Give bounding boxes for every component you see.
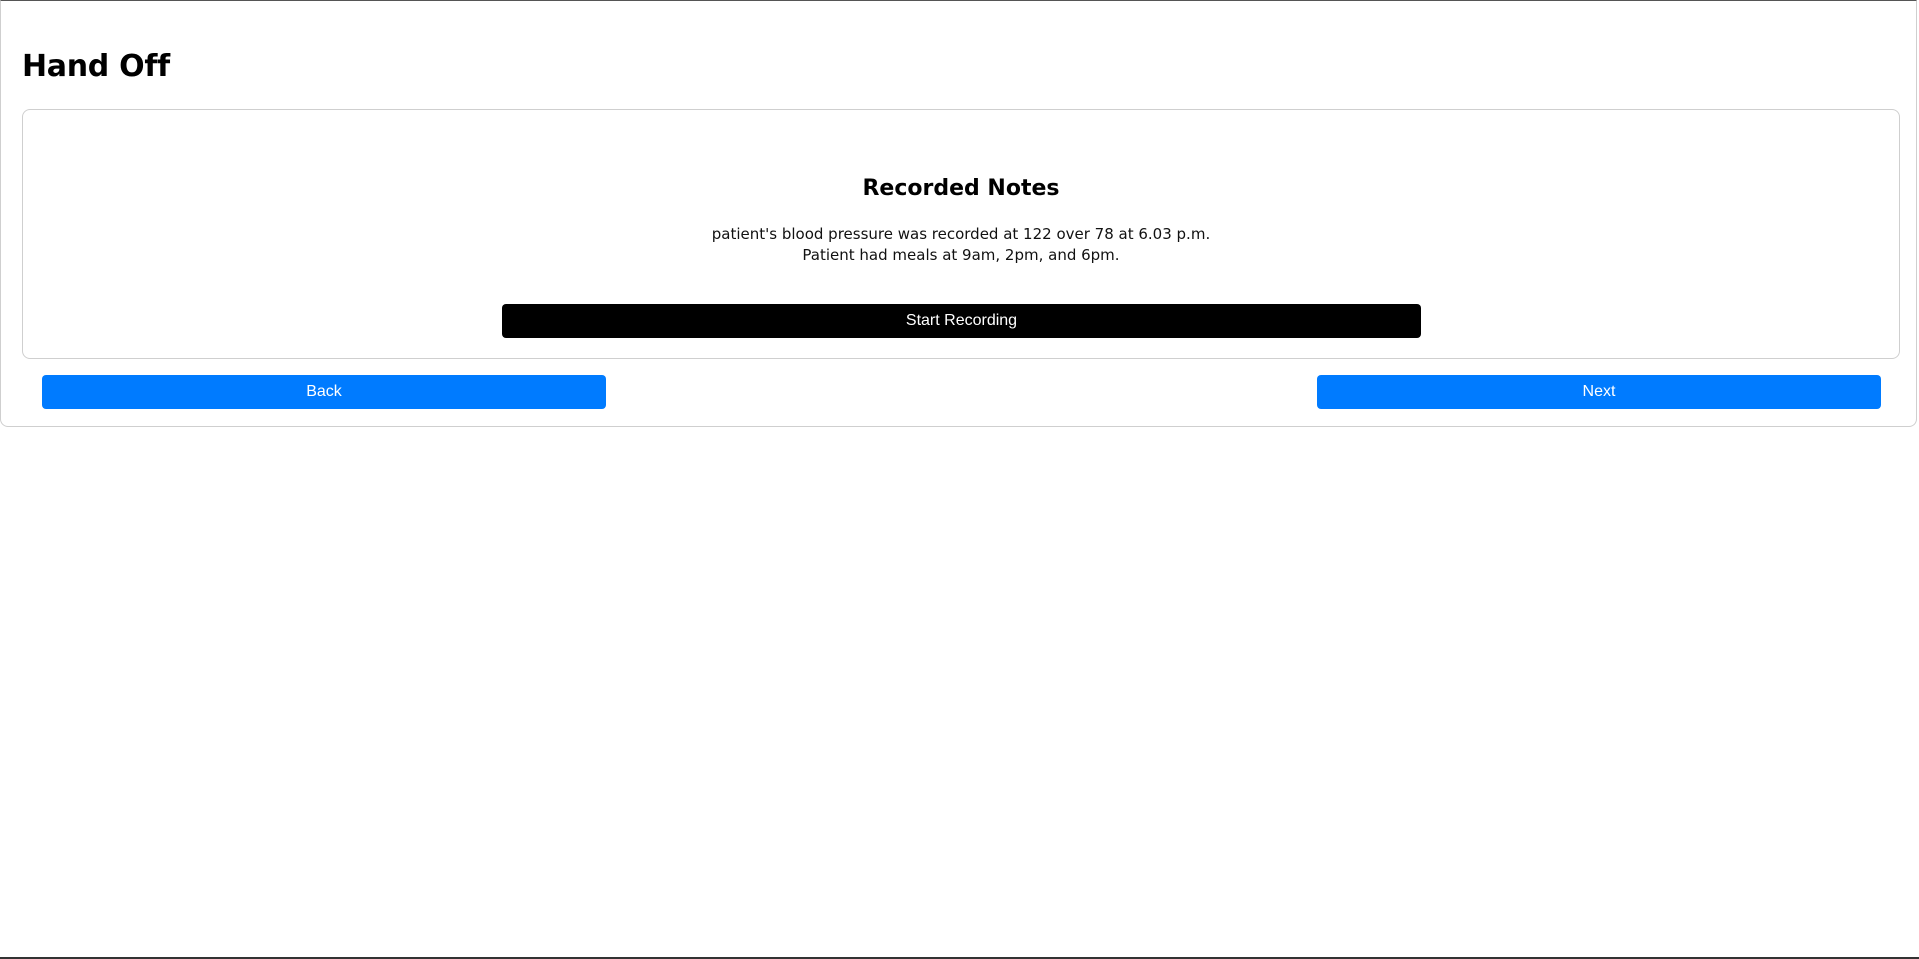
- back-button[interactable]: Back: [42, 375, 606, 409]
- note-line: patient's blood pressure was recorded at…: [711, 225, 1211, 243]
- next-button[interactable]: Next: [1317, 375, 1881, 409]
- recorded-notes-card: Recorded Notes patient's blood pressure …: [22, 109, 1900, 359]
- page-title: Hand Off: [22, 49, 170, 84]
- hand-off-panel: Hand Off Recorded Notes patient's blood …: [0, 0, 1917, 427]
- recorded-notes-title: Recorded Notes: [862, 176, 1060, 201]
- start-recording-button[interactable]: Start Recording: [502, 304, 1421, 338]
- note-line: Patient had meals at 9am, 2pm, and 6pm.: [802, 246, 1120, 264]
- recorded-notes-text: patient's blood pressure was recorded at…: [23, 224, 1899, 266]
